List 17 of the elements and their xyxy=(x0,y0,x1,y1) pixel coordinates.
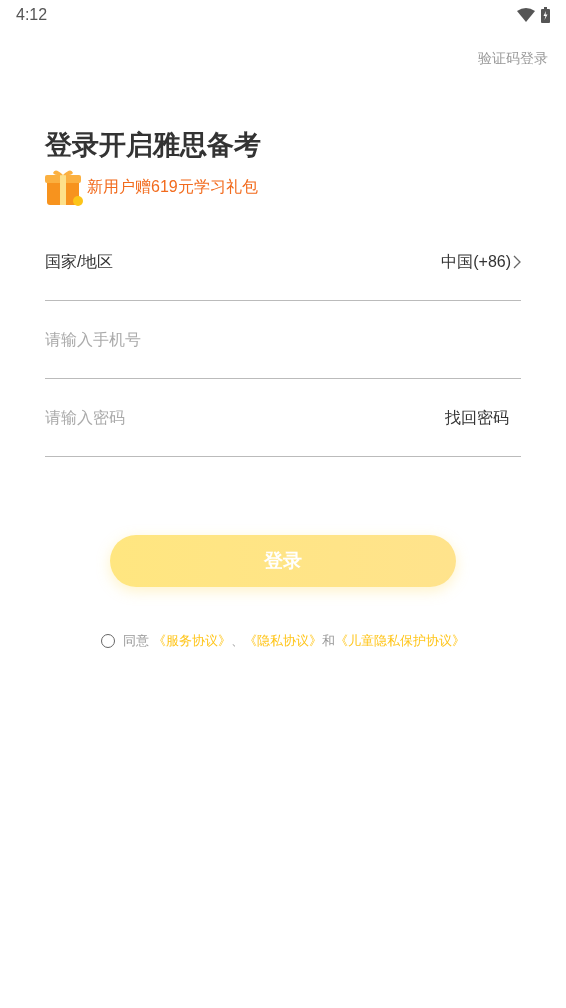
agreement-text: 同意 《服务协议》、《隐私协议》和《儿童隐私保护协议》 xyxy=(123,632,465,650)
forgot-password-link[interactable]: 找回密码 xyxy=(445,405,521,430)
region-label: 国家/地区 xyxy=(45,251,114,272)
child-privacy-link[interactable]: 《儿童隐私保护协议》 xyxy=(334,633,465,648)
phone-input[interactable]: 请输入手机号 xyxy=(45,327,521,352)
region-selector[interactable]: 中国(+86) xyxy=(441,249,521,274)
sms-login-link[interactable]: 验证码登录 xyxy=(478,48,548,69)
agree-radio[interactable] xyxy=(101,633,116,648)
promo-text: 新用户赠619元学习礼包 xyxy=(87,177,258,197)
privacy-agreement-link[interactable]: 《隐私协议》 xyxy=(243,633,322,648)
status-time: 4:12 xyxy=(16,5,48,25)
battery-icon xyxy=(541,7,550,23)
page-title: 登录开启雅思备考 xyxy=(45,129,262,162)
wifi-icon xyxy=(517,8,535,22)
chevron-right-icon xyxy=(513,254,521,269)
password-input[interactable]: 请输入密码 xyxy=(45,405,445,430)
service-agreement-link[interactable]: 《服务协议》 xyxy=(152,633,231,648)
